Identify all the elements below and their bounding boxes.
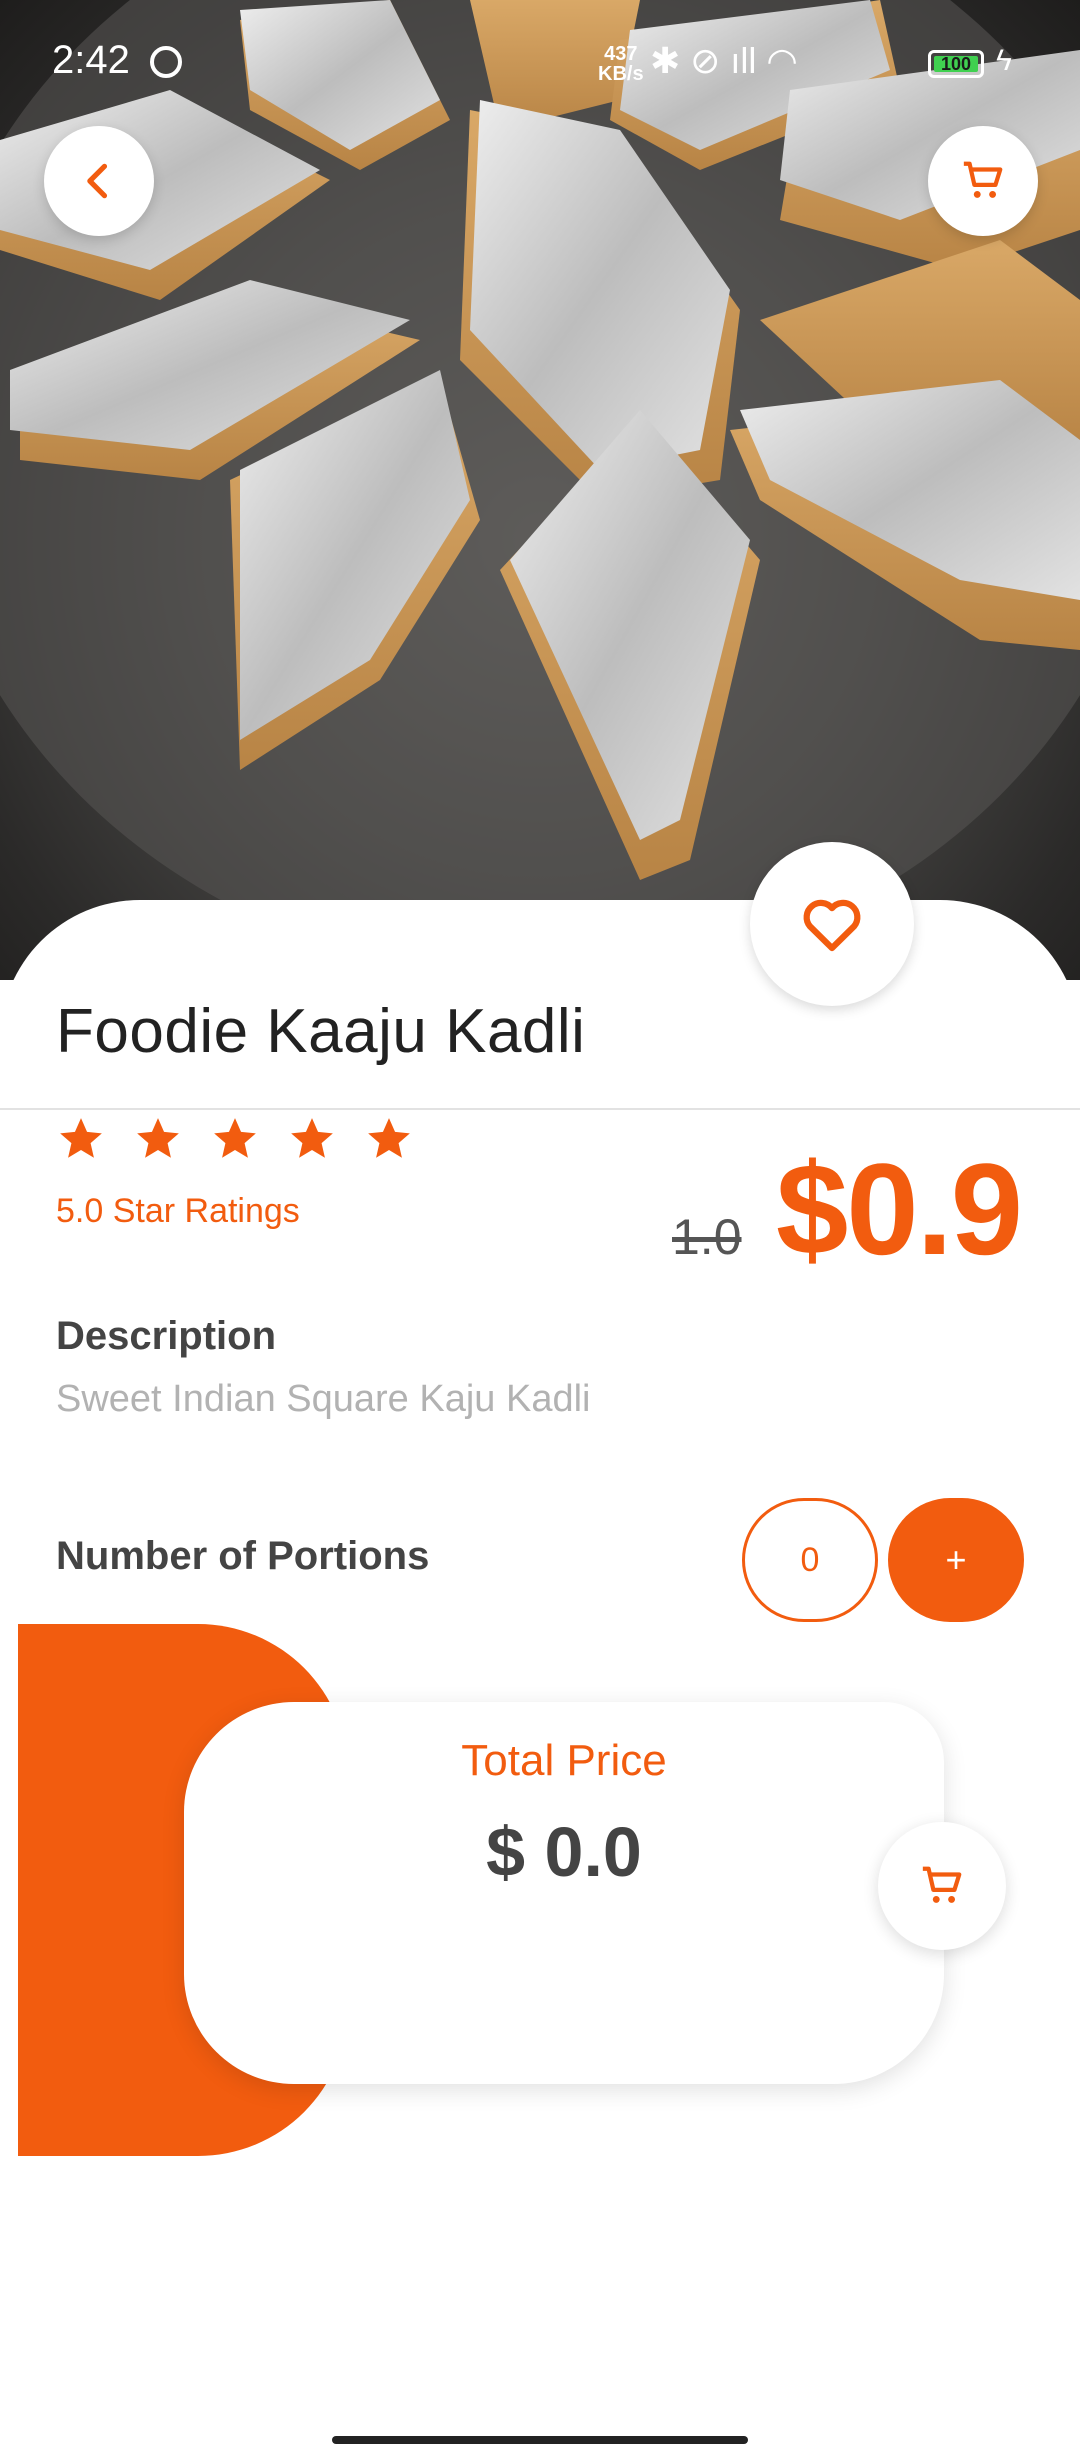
price: $0.9	[776, 1136, 1023, 1282]
total-price-value: $ 0.0	[486, 1813, 642, 1891]
status-time: 2:42	[52, 38, 130, 82]
network-speed: 437 KB/s	[598, 43, 644, 85]
product-image	[0, 0, 1080, 980]
increment-button[interactable]: +	[888, 1498, 1024, 1622]
star-rating	[56, 1114, 414, 1164]
rating-text: 5.0 Star Ratings	[56, 1192, 300, 1230]
portions-label: Number of Portions	[56, 1534, 430, 1578]
cart-icon	[922, 1866, 962, 1903]
battery-icon: 100	[928, 50, 984, 78]
portion-quantity: 0	[742, 1498, 878, 1622]
favorite-button[interactable]	[750, 842, 914, 1006]
total-price-card: Total Price $ 0.0	[184, 1702, 944, 2084]
charging-icon: ϟ	[996, 44, 1012, 77]
star-icon	[60, 1118, 102, 1158]
home-indicator[interactable]	[332, 2436, 748, 2444]
add-to-cart-button[interactable]	[878, 1822, 1006, 1950]
star-icon	[291, 1118, 333, 1158]
status-icons: ✱ ⊘ ıll ◠	[650, 40, 798, 81]
star-icon	[368, 1118, 410, 1158]
star-icon	[214, 1118, 256, 1158]
total-price-label: Total Price	[461, 1736, 667, 1785]
heart-icon	[803, 899, 861, 952]
cart-icon	[963, 161, 1003, 198]
divider	[0, 1108, 1080, 1110]
star-icon	[137, 1118, 179, 1158]
notification-icon	[150, 46, 182, 78]
back-button[interactable]	[44, 126, 154, 236]
old-price: 1.0	[672, 1209, 742, 1265]
cart-button[interactable]	[928, 126, 1038, 236]
description-heading: Description	[56, 1314, 277, 1358]
chevron-left-icon	[87, 163, 108, 199]
description-text: Sweet Indian Square Kaju Kadli	[56, 1378, 591, 1420]
product-title: Foodie Kaaju Kadli	[56, 997, 586, 1066]
battery-level: 100	[940, 54, 972, 74]
status-bar: 2:42 437 KB/s ✱ ⊘ ıll ◠ 100 ϟ	[0, 0, 1080, 130]
